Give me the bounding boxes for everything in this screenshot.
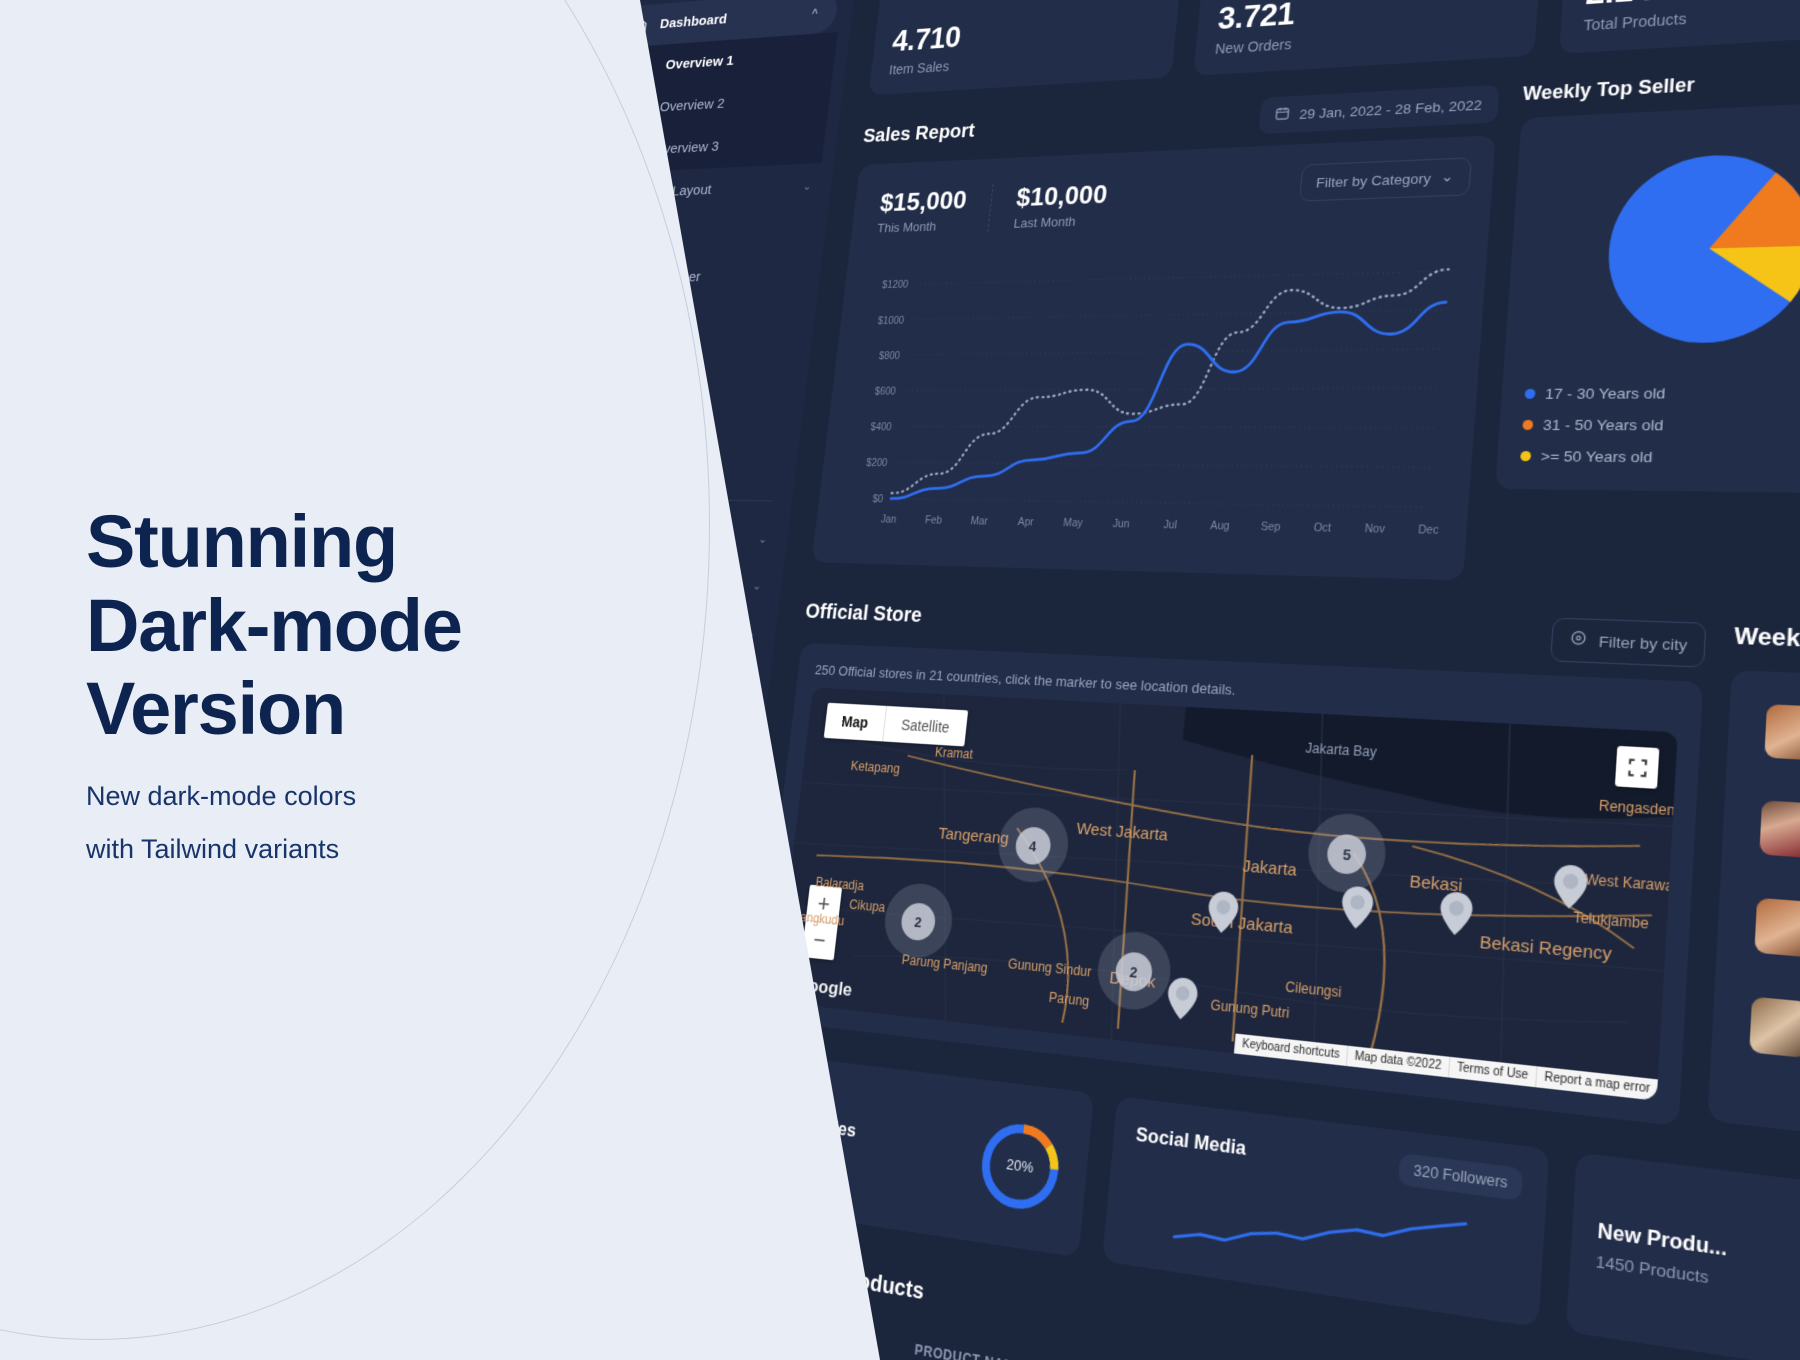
top-seller-pie-chart — [1602, 151, 1800, 344]
legend-item: >= 50 Years old 10% — [1519, 448, 1800, 468]
followers-chip: 320 Followers — [1398, 1152, 1524, 1201]
official-store-title: Official Store — [804, 599, 924, 627]
legend-dot — [1521, 419, 1533, 430]
legend-dot — [1523, 388, 1536, 399]
sales-line-chart: $0 $200 $400 $600 $800 $1000 $1200 Jan Feb Mar Ap… — [866, 230, 1466, 537]
date-range-picker[interactable]: 29 Jan, 2022 - 28 Feb, 2022 — [1258, 84, 1500, 135]
map-label: Cikupa — [848, 896, 886, 916]
map-pin-marker[interactable] — [1165, 976, 1199, 1021]
map-pin-marker[interactable] — [1339, 885, 1374, 930]
chevron-down-icon[interactable]: ⌄ — [802, 179, 812, 193]
filter-by-city-input[interactable]: Filter by city — [1550, 617, 1708, 668]
x-axis-tick: Mar — [970, 516, 988, 528]
new-products-card[interactable]: New Produ... 1450 Products 45% — [1565, 1152, 1800, 1360]
calendar-icon — [1274, 105, 1291, 124]
chevron-up-icon[interactable]: ^ — [811, 6, 819, 19]
filter-city-placeholder: Filter by city — [1598, 632, 1688, 654]
map-label: Kramat — [934, 744, 974, 762]
avatar — [1754, 897, 1800, 958]
stat-card-item-sales[interactable]: 33% ^ 4.710 Item Sales — [868, 0, 1186, 96]
legend-dot — [1519, 451, 1531, 462]
y-axis-tick: $1000 — [877, 315, 904, 326]
y-axis-tick: $800 — [878, 350, 900, 361]
stat-card-total-products[interactable]: 12% ^ 2.149 Total Products — [1558, 0, 1800, 55]
official-store-card: 250 Official stores in 21 countries, cli… — [755, 642, 1704, 1127]
x-axis-tick: Sep — [1260, 521, 1281, 533]
map-pin-marker[interactable] — [1206, 890, 1240, 935]
social-media-card[interactable]: Social Media 320 Followers — [1102, 1096, 1550, 1328]
sales-report-card: $15,000 This Month $10,000 Last Month Fi… — [811, 135, 1496, 581]
weekly-top-seller-title: Weekly Top Seller — [1522, 73, 1696, 105]
avatar — [1764, 704, 1800, 761]
map-pin-marker[interactable] — [1438, 890, 1474, 937]
page-title: Stunning Dark-mode Version — [86, 500, 646, 751]
title-line-3: Version — [86, 667, 346, 751]
this-month-value: $15,000 — [878, 184, 969, 218]
x-axis-tick: Oct — [1313, 522, 1332, 534]
x-axis-tick: Nov — [1364, 523, 1386, 535]
x-axis-tick: May — [1063, 517, 1084, 529]
y-axis-tick: $200 — [866, 457, 888, 468]
filter-category-label: Filter by Category — [1315, 169, 1432, 191]
y-axis-tick: $600 — [874, 386, 896, 397]
x-axis-tick: Aug — [1210, 520, 1230, 532]
legend-label: 17 - 30 Years old — [1544, 384, 1667, 403]
last-month-value: $10,000 — [1014, 178, 1109, 213]
x-axis-tick: Feb — [924, 515, 942, 526]
map-tab-satellite[interactable]: Satellite — [883, 706, 968, 746]
chevron-down-icon[interactable]: ⌄ — [758, 531, 769, 545]
sales-summary: $15,000 This Month $10,000 Last Month — [869, 173, 1113, 236]
y-axis-tick: $400 — [870, 421, 892, 432]
map-pin-icon — [1569, 630, 1588, 652]
y-axis-tick: $0 — [872, 493, 884, 504]
legend-label: 31 - 50 Years old — [1542, 416, 1665, 434]
map-tab-map[interactable]: Map — [823, 702, 888, 742]
target-sales-donut: 20% — [971, 1111, 1070, 1222]
chevron-down-icon[interactable]: ⌄ — [752, 578, 763, 592]
sidebar-item-label: Overview 1 — [664, 52, 735, 73]
title-line-2: Dark-mode — [86, 583, 463, 667]
this-month-label: This Month — [876, 218, 938, 236]
chevron-down-icon: ⌄ — [1440, 168, 1454, 185]
sales-and-pies-row: Sales Report 29 Jan, 2022 - 28 Feb, 2022… — [811, 34, 1800, 608]
x-axis-tick: Dec — [1418, 524, 1440, 537]
weekly-best-sellers-title: Weekly Best Sellers — [1733, 623, 1800, 660]
target-sales-percent: 20% — [1006, 1155, 1035, 1176]
title-line-1: Stunning — [86, 500, 398, 583]
list-item[interactable]: Nicolas Cage 14 December 2021 — [1732, 981, 1800, 1134]
sidebar-item-label: Dashboard — [659, 11, 728, 32]
x-axis-tick: Jun — [1112, 518, 1130, 530]
stat-card-new-orders[interactable]: 2% ⌄ 3.721 New Orders — [1192, 0, 1546, 76]
promo-text-block: Stunning Dark-mode Version New dark-mode… — [86, 500, 646, 869]
y-axis-tick: $1200 — [882, 279, 909, 290]
divider — [987, 183, 994, 232]
filter-by-category-select[interactable]: Filter by Category ⌄ — [1298, 157, 1472, 202]
legend-item: 17 - 30 Years old 62% — [1523, 384, 1800, 403]
social-media-title: Social Media — [1135, 1123, 1248, 1160]
weekly-best-sellers-card: Al Pacino 9 August 2020 Christian Bale 1… — [1708, 670, 1800, 1203]
legend-item: 31 - 50 Years old 33% — [1521, 416, 1800, 435]
promo-subtitle-1: New dark-mode colors — [86, 780, 357, 811]
sidebar-item-label: Overview 2 — [658, 95, 726, 115]
map-pin-marker[interactable] — [1552, 863, 1589, 910]
last-month-label: Last Month — [1012, 213, 1077, 231]
avatar — [1759, 800, 1800, 859]
promo-subtitle-2: with Tailwind variants — [86, 833, 340, 864]
weekly-top-seller-card: 17 - 30 Years old 62% 31 - 50 Years old … — [1494, 98, 1800, 495]
x-axis-tick: Jul — [1163, 519, 1178, 531]
avatar — [1749, 996, 1800, 1059]
x-axis-tick: Apr — [1017, 517, 1034, 529]
sales-report-title: Sales Report — [862, 119, 976, 147]
x-axis-tick: Jan — [880, 514, 897, 525]
map-canvas[interactable]: Map Satellite + − Google Keyboard shortc… — [775, 687, 1679, 1101]
fullscreen-icon[interactable] — [1615, 745, 1660, 789]
date-range-value: 29 Jan, 2022 - 28 Feb, 2022 — [1298, 96, 1483, 122]
legend-label: >= 50 Years old — [1540, 447, 1654, 466]
